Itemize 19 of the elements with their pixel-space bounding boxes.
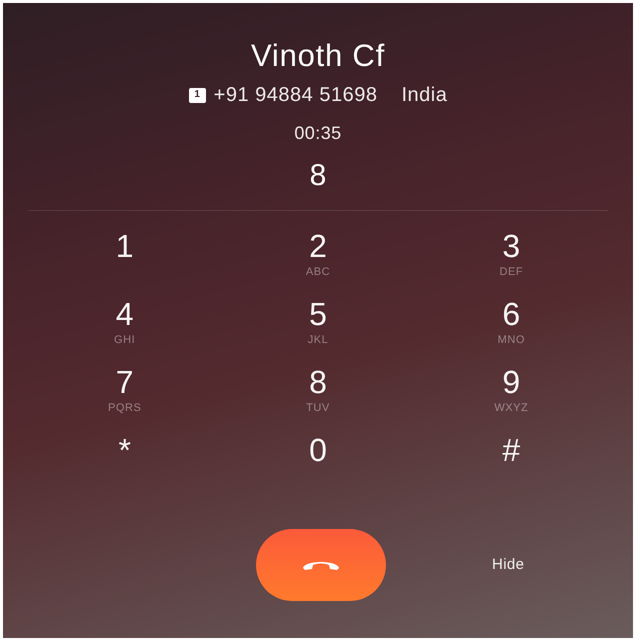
dial-key[interactable]: * xyxy=(28,425,222,493)
dial-key[interactable]: 9 WXYZ xyxy=(414,357,608,425)
dialed-digits: 8 xyxy=(310,158,326,194)
dial-key[interactable]: 2 ABC xyxy=(221,221,415,289)
dial-key[interactable]: # xyxy=(414,425,608,493)
sim-badge: 1 xyxy=(188,88,206,102)
contact-name: Vinoth Cf xyxy=(251,37,385,75)
dial-key[interactable]: 7 PQRS xyxy=(28,357,222,425)
dial-key[interactable]: 8 TUV xyxy=(221,357,415,425)
country-label: India xyxy=(401,83,448,107)
dial-key[interactable]: 5 JKL xyxy=(221,289,415,357)
dial-key[interactable]: 4 GHI xyxy=(28,289,222,357)
dial-key[interactable]: 1 xyxy=(28,221,222,289)
dial-key[interactable]: 6 MNO xyxy=(414,289,608,357)
dial-key[interactable]: 0 xyxy=(221,425,415,493)
call-duration: 00:35 xyxy=(294,122,342,144)
hide-button[interactable]: Hide xyxy=(492,554,524,576)
dial-key[interactable]: 3 DEF xyxy=(414,221,608,289)
phone-number: +91 94884 51698 xyxy=(214,83,378,107)
